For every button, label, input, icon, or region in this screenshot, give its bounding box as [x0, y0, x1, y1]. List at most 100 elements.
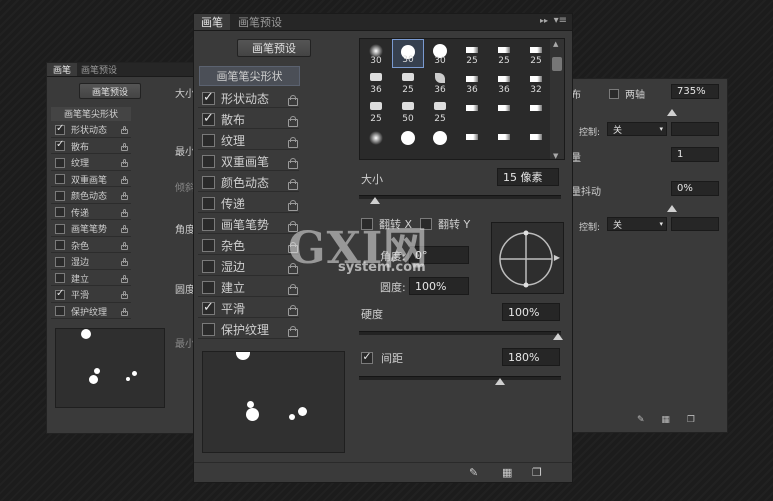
brush-tip-cell[interactable] — [456, 97, 488, 126]
tab-brush-left[interactable]: 画笔 — [47, 63, 77, 76]
flip-y-option[interactable]: 翻转 Y — [420, 216, 470, 232]
brush-option-row[interactable]: 形状动态 — [51, 123, 131, 138]
brush-tip-cell[interactable]: 36 — [360, 68, 392, 97]
spacing-slider[interactable] — [359, 376, 561, 380]
scroll-up-icon[interactable]: ▲ — [553, 40, 558, 48]
brush-tip-cell[interactable]: 25 — [424, 97, 456, 126]
option-checkbox[interactable] — [202, 217, 215, 231]
flip-x-checkbox[interactable] — [361, 218, 373, 230]
brush-tip-cell[interactable]: 30 — [360, 39, 392, 68]
brush-option-row[interactable]: 纹理 — [51, 156, 131, 171]
roundness-field[interactable]: 100% — [409, 277, 469, 295]
brush-option-row[interactable]: 纹理 — [198, 131, 299, 150]
option-checkbox[interactable] — [202, 196, 215, 210]
brush-tip-cell[interactable]: 50 — [392, 97, 424, 126]
control-select-1[interactable]: 关 ▾ — [607, 122, 667, 136]
brush-option-row[interactable]: 传递 — [198, 194, 299, 213]
scatter-slider-thumb[interactable] — [667, 109, 677, 116]
spacing-option[interactable]: 间距 — [361, 350, 403, 366]
angle-field[interactable]: 0° — [409, 246, 469, 264]
play-arrow-icon[interactable]: ▶ — [554, 253, 560, 262]
brush-presets-button[interactable]: 画笔预设 — [237, 39, 311, 57]
brush-toggle-icon[interactable]: ✎ — [637, 415, 645, 425]
option-checkbox[interactable] — [202, 111, 215, 126]
spacing-checkbox[interactable] — [361, 350, 373, 364]
brush-option-row[interactable]: 湿边 — [51, 255, 131, 270]
size-slider-thumb[interactable] — [370, 197, 380, 204]
brush-option-row[interactable]: 杂色 — [51, 239, 131, 253]
brush-option-row[interactable]: 平滑 — [51, 288, 131, 303]
flip-y-checkbox[interactable] — [420, 218, 432, 230]
lock-icon[interactable] — [121, 225, 128, 233]
lock-icon[interactable] — [121, 142, 128, 151]
hardness-slider-thumb[interactable] — [553, 333, 563, 340]
option-checkbox[interactable] — [55, 288, 65, 300]
brush-option-row[interactable]: 画笔笔势 — [198, 215, 299, 234]
lock-icon[interactable] — [121, 208, 128, 217]
option-checkbox[interactable] — [55, 174, 65, 185]
option-checkbox[interactable] — [202, 259, 215, 273]
brush-tip-cell[interactable]: 30 — [424, 39, 456, 68]
brush-tip-cell[interactable]: 25 — [520, 39, 552, 68]
brush-option-row[interactable]: 画笔笔势 — [51, 222, 131, 237]
menu-icon[interactable]: ▾≡ — [554, 15, 567, 26]
option-checkbox[interactable] — [55, 190, 65, 201]
brush-tip-cell[interactable] — [488, 126, 520, 155]
scroll-thumb[interactable] — [552, 57, 562, 71]
brush-tip-cell[interactable] — [392, 126, 424, 155]
brush-tip-cell[interactable] — [456, 126, 488, 155]
both-axes-option[interactable]: 两轴 — [609, 86, 645, 101]
lock-icon[interactable] — [121, 274, 128, 283]
brush-presets-button-left[interactable]: 画笔预设 — [79, 83, 141, 99]
count-jitter-slider-thumb[interactable] — [667, 205, 677, 212]
option-checkbox[interactable] — [202, 90, 215, 105]
tab-brush[interactable]: 画笔 — [194, 14, 230, 30]
brush-option-row[interactable]: 杂色 — [198, 236, 299, 255]
option-checkbox[interactable] — [55, 256, 65, 267]
hardness-field[interactable]: 100% — [502, 303, 560, 321]
lock-icon[interactable] — [288, 95, 298, 106]
lock-icon[interactable] — [288, 242, 298, 253]
lock-icon[interactable] — [288, 179, 298, 190]
option-checkbox[interactable] — [55, 123, 65, 135]
option-checkbox[interactable] — [202, 322, 215, 336]
hardness-slider[interactable] — [359, 331, 561, 335]
brush-tip-cell[interactable]: 36 — [488, 68, 520, 97]
option-checkbox[interactable] — [202, 133, 215, 147]
brush-option-row[interactable]: 形状动态 — [198, 89, 299, 108]
lock-icon[interactable] — [121, 241, 128, 250]
lock-icon[interactable] — [121, 291, 128, 299]
tip-shape-header[interactable]: 画笔笔尖形状 — [199, 66, 300, 86]
brush-option-row[interactable]: 建立 — [51, 272, 131, 286]
lock-icon[interactable] — [121, 175, 128, 184]
brush-tip-cell[interactable]: 36 — [456, 68, 488, 97]
brush-option-row[interactable]: 颜色动态 — [198, 173, 299, 192]
brush-tip-cell[interactable]: 25 — [392, 68, 424, 97]
tip-shape-header-left[interactable]: 画笔笔尖形状 — [51, 107, 131, 121]
brush-tip-cell[interactable] — [360, 126, 392, 155]
option-checkbox[interactable] — [55, 240, 65, 251]
size-slider[interactable] — [359, 195, 561, 199]
brush-tip-cell[interactable] — [520, 126, 552, 155]
count-value-field[interactable]: 1 — [671, 147, 719, 162]
grid-icon[interactable]: ▦ — [502, 466, 512, 479]
grid-icon[interactable]: ▦ — [661, 415, 670, 425]
brush-tip-cell[interactable]: 30 — [392, 39, 424, 68]
lock-icon[interactable] — [288, 137, 298, 148]
control-select-2[interactable]: 关 ▾ — [607, 217, 667, 231]
lock-icon[interactable] — [288, 305, 298, 316]
brush-option-row[interactable]: 保护纹理 — [198, 320, 299, 339]
brush-tip-cell[interactable] — [520, 97, 552, 126]
brush-tip-cell[interactable] — [424, 126, 456, 155]
lock-icon[interactable] — [288, 326, 298, 337]
flip-x-option[interactable]: 翻转 X — [361, 216, 412, 232]
option-checkbox[interactable] — [55, 306, 65, 317]
size-value-field[interactable]: 15 像素 — [497, 168, 559, 186]
option-checkbox[interactable] — [202, 175, 215, 189]
both-axes-checkbox[interactable] — [609, 88, 619, 99]
brush-tip-cell[interactable]: 25 — [488, 39, 520, 68]
brush-tip-cell[interactable]: 25 — [456, 39, 488, 68]
tab-brush-presets[interactable]: 画笔预设 — [231, 14, 289, 30]
tab-brush-presets-left[interactable]: 画笔预设 — [78, 63, 120, 76]
new-preset-icon[interactable]: ❐ — [532, 466, 542, 479]
